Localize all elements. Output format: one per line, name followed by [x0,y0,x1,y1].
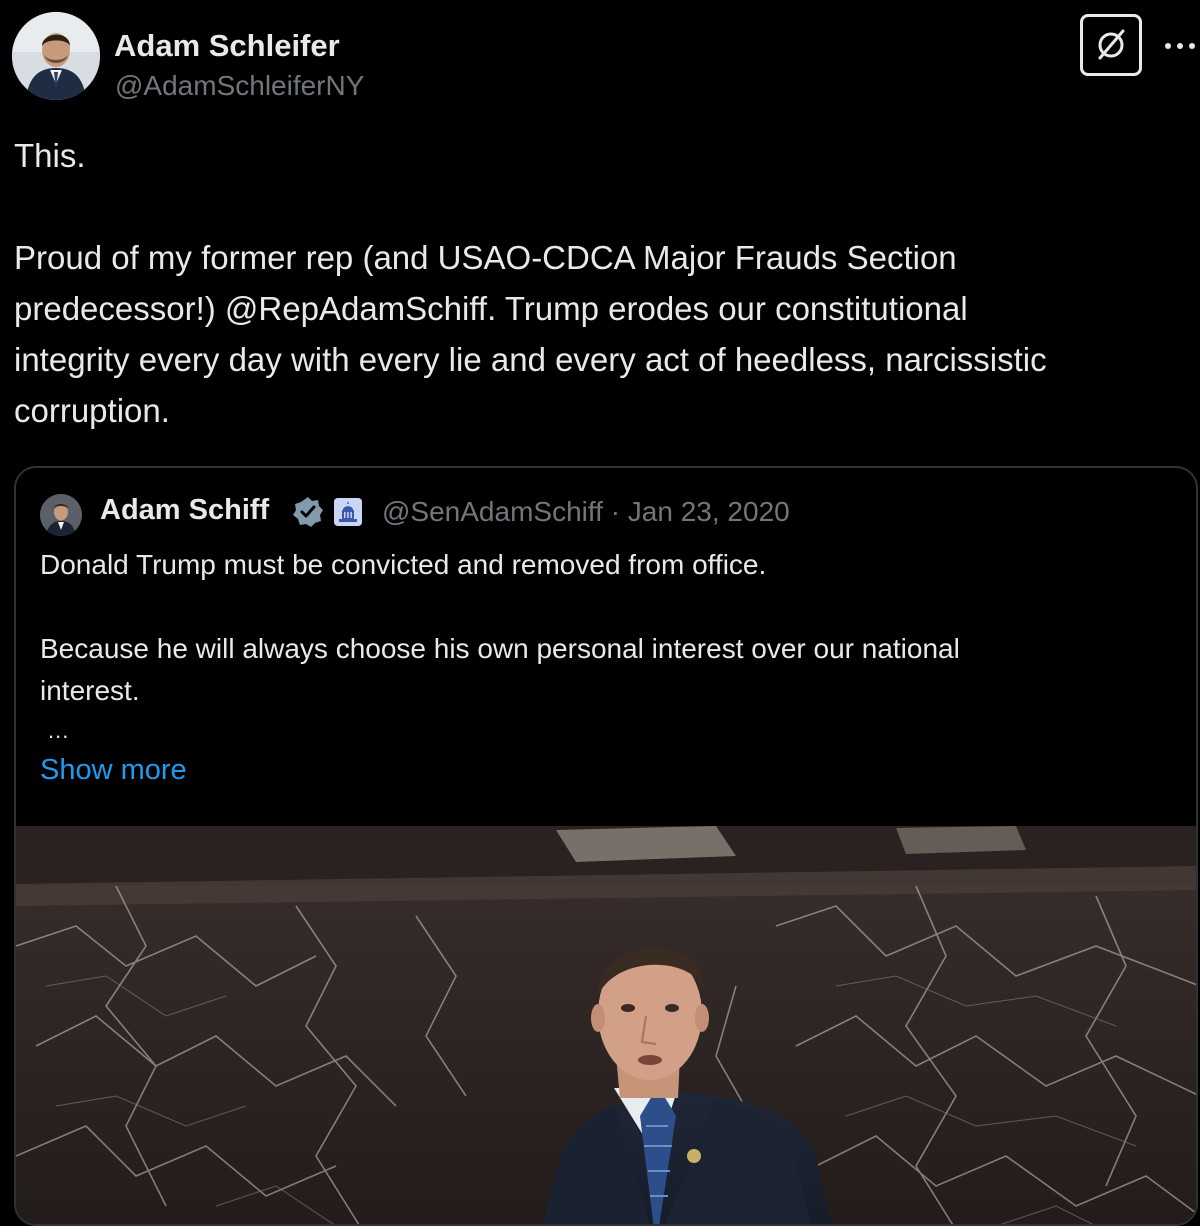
quoted-handle-date[interactable]: @SenAdamSchiff · Jan 23, 2020 [382,496,790,528]
quoted-post-body: Donald Trump must be convicted and remov… [40,544,1160,712]
grok-icon [1098,29,1125,60]
user-avatar-icon [12,12,100,100]
quoted-line: Because he will always choose his own pe… [40,633,960,664]
grok-button[interactable] [1080,14,1142,76]
post-line-gap [14,181,1184,232]
more-options-button[interactable] [1160,28,1200,64]
post-line: Proud of my former rep (and USAO-CDCA Ma… [14,239,957,276]
show-more-link[interactable]: Show more [40,754,187,787]
user-avatar-icon [40,494,82,536]
author-name[interactable]: Adam Schleifer [114,28,340,64]
video-thumbnail[interactable] [16,826,1196,1224]
post-line: This. [14,137,86,174]
post-header: Adam Schleifer @AdamSchleiferNY [12,12,1195,102]
quoted-author-name[interactable]: Adam Schiff [100,494,269,527]
post-line: predecessor!) @RepAdamSchiff. Trump erod… [14,290,968,327]
quoted-post-card[interactable]: Adam Schiff @SenAdamSchiff · Jan 23, 202… [14,466,1198,1226]
quoted-line: Donald Trump must be convicted and remov… [40,549,767,580]
post-body: This. Proud of my former rep (and USAO-C… [14,130,1184,436]
post-line: integrity every day with every lie and e… [14,341,1047,378]
more-options-icon [1165,43,1195,49]
quoted-post-header: Adam Schiff @SenAdamSchiff · Jan 23, 202… [40,490,1170,536]
post-line: corruption. [14,392,170,429]
truncation-ellipsis: ... [48,718,70,743]
quoted-author-avatar[interactable] [40,494,82,536]
author-avatar[interactable] [12,12,100,100]
author-handle[interactable]: @AdamSchleiferNY [115,70,364,102]
capitol-badge-icon[interactable] [334,498,362,526]
verified-badge-icon [292,496,324,528]
quoted-line-gap [40,586,1160,628]
quoted-line: interest. [40,675,140,706]
video-thumbnail-image [16,826,1196,1224]
